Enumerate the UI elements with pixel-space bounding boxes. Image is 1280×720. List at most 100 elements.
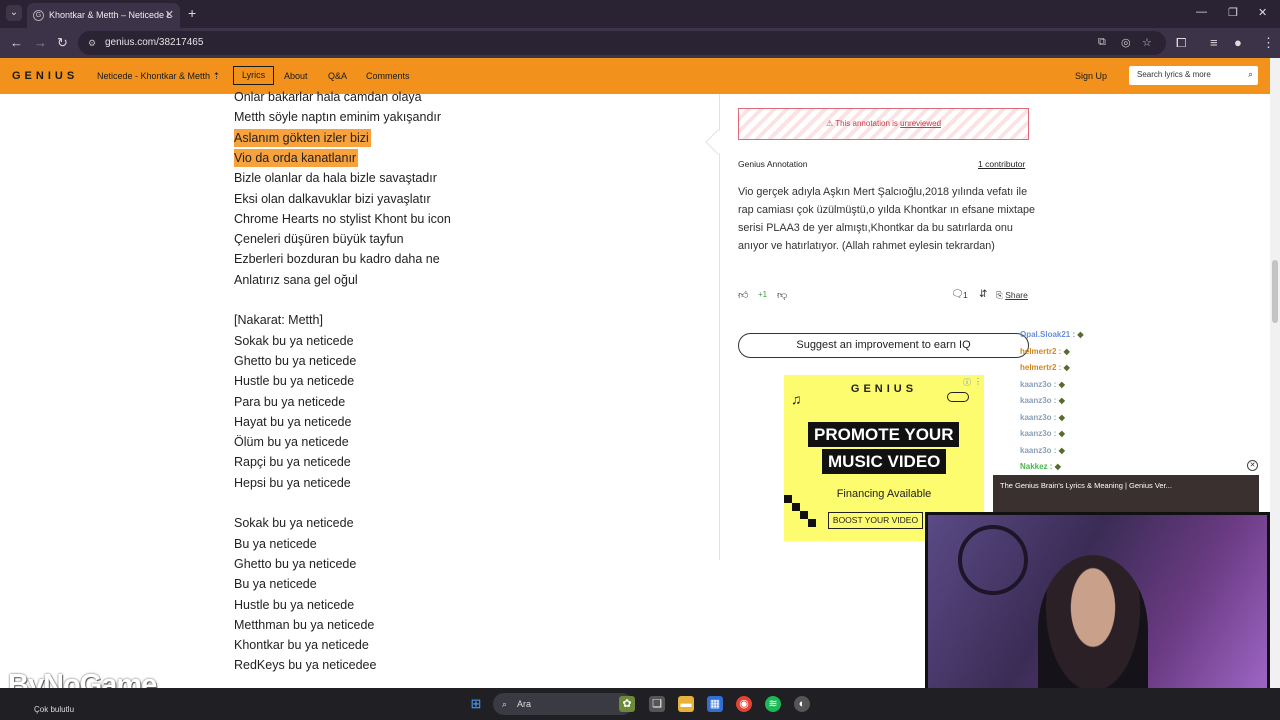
back-icon[interactable]: ← xyxy=(10,35,23,50)
minimize-icon[interactable]: — xyxy=(1196,6,1207,18)
streamer xyxy=(1038,555,1148,702)
chat-emote-icon: ◆ xyxy=(1056,396,1065,405)
ad-pixel-decoration xyxy=(784,495,792,503)
close-mini-player-icon[interactable]: ✕ xyxy=(1247,460,1258,471)
lyric-line: Ghetto bu ya neticede xyxy=(234,353,357,368)
lyric-line: Sokak bu ya neticede xyxy=(234,516,354,531)
music-note-icon: ♫ xyxy=(791,391,802,407)
tracking-icon[interactable]: ◎ xyxy=(1121,36,1131,49)
url-text: genius.com/38217465 xyxy=(105,37,204,48)
column-divider xyxy=(719,94,720,560)
chat-message: kaanz3o : ◆ xyxy=(1020,396,1065,405)
lyric-line: Sokak bu ya neticede xyxy=(234,333,354,348)
nav-comments[interactable]: Comments xyxy=(366,71,410,81)
lyric-line: Onlar bakarlar hala camdan olaya xyxy=(234,90,422,104)
maximize-icon[interactable]: ❐ xyxy=(1228,6,1238,19)
close-tab-icon[interactable]: ✕ xyxy=(165,3,174,28)
chat-message: kaanz3o : ◆ xyxy=(1020,380,1065,389)
browser-tab-strip: ⌄ G Khontkar & Metth – Neticede L ✕ + — … xyxy=(0,0,1280,28)
chat-username: kaanz3o : xyxy=(1020,445,1057,455)
mini-player[interactable]: The Genius Brain's Lyrics & Meaning | Ge… xyxy=(993,475,1259,512)
rings-icon xyxy=(947,392,969,402)
new-tab-button[interactable]: + xyxy=(188,5,196,21)
chat-username: kaanz3o : xyxy=(1020,379,1057,389)
task-view-icon[interactable]: ❏ xyxy=(649,696,665,712)
nav-lyrics[interactable]: Lyrics xyxy=(233,66,275,85)
chat-emote-icon: ◆ xyxy=(1061,363,1070,372)
profile-avatar-icon[interactable]: ● xyxy=(1234,35,1242,50)
nav-qa[interactable]: Q&A xyxy=(328,71,347,81)
chat-username: helmertr2 : xyxy=(1020,363,1062,372)
translate-icon[interactable]: ⧉ xyxy=(1098,36,1106,49)
weather-widget[interactable]: Çok bulutlu xyxy=(34,705,74,714)
chat-message: Nakkez : ◆ xyxy=(1020,462,1061,471)
chat-message: kaanz3o : ◆ xyxy=(1020,446,1065,455)
ad-pixel-decoration xyxy=(808,519,816,527)
file-explorer-icon[interactable]: ▬ xyxy=(678,696,694,712)
chat-username: Opal.Sloak21 : xyxy=(1020,330,1076,339)
unreviewed-link[interactable]: unreviewed xyxy=(900,119,941,128)
share-icon: ⎘ xyxy=(996,290,1003,300)
chat-message: kaanz3o : ◆ xyxy=(1020,429,1065,438)
store-icon[interactable]: ▦ xyxy=(707,696,723,712)
browser-tab[interactable]: G Khontkar & Metth – Neticede L ✕ xyxy=(27,3,180,28)
address-bar[interactable]: ⚙ genius.com/38217465 ⧉ ◎ ☆ xyxy=(78,31,1166,55)
genius-favicon-icon: G xyxy=(33,10,44,21)
search-icon[interactable]: ⌕ xyxy=(1248,69,1253,80)
genius-header: GENIUS Neticede - Khontkar & Metth ⇡ Lyr… xyxy=(0,58,1270,94)
nav-about[interactable]: About xyxy=(284,71,308,81)
lyric-line: Metth söyle naptın eminim yakışandır xyxy=(234,110,442,125)
lyric-line: Rapçi bu ya neticede xyxy=(234,455,351,470)
lyric-line: RedKeys bu ya neticedee xyxy=(234,658,377,673)
ad-headline-2: MUSIC VIDEO xyxy=(822,449,947,474)
app-icon[interactable]: ◐ xyxy=(794,696,810,712)
chat-message: kaanz3o : ◆ xyxy=(1020,413,1065,422)
chat-username: Nakkez : xyxy=(1020,462,1053,471)
close-window-icon[interactable]: ✕ xyxy=(1258,6,1267,19)
search-icon: ⌕ xyxy=(502,699,508,709)
widget-icon[interactable]: ✿ xyxy=(619,696,635,712)
genius-logo[interactable]: GENIUS xyxy=(12,70,78,82)
chat-emote-icon: ◆ xyxy=(1056,379,1065,389)
lyric-line: Bu ya neticede xyxy=(234,577,317,592)
lyric-line: Ölüm bu ya neticede xyxy=(234,435,349,450)
mini-player-title: The Genius Brain's Lyrics & Meaning | Ge… xyxy=(1000,481,1172,490)
windows-taskbar: Çok bulutlu ⊞ ⌕ Ara ✿ ❏ ▬ ▦ ◉ ≋ ◐ xyxy=(0,688,1280,720)
windows-start-icon[interactable]: ⊞ xyxy=(468,696,484,712)
annotation-body: Vio gerçek adıyla Aşkın Mert Şalcıoğlu,2… xyxy=(738,186,1036,252)
lyric-line: Eksi olan dalkavuklar bizi yavaşlatır xyxy=(234,191,431,206)
spotify-icon[interactable]: ≋ xyxy=(765,696,781,712)
search-input[interactable]: Search lyrics & more ⌕ xyxy=(1129,66,1258,85)
chrome-icon[interactable]: ◉ xyxy=(736,696,752,712)
comment-icon[interactable]: 🗨︎ xyxy=(951,289,964,300)
song-title-link[interactable]: Neticede - Khontkar & Metth ⇡ xyxy=(97,71,220,82)
contributors-link[interactable]: 1 contributor xyxy=(978,159,1025,169)
sign-up-link[interactable]: Sign Up xyxy=(1075,71,1107,81)
lyric-line: Hepsi bu ya neticede xyxy=(234,475,351,490)
taskbar-search[interactable]: ⌕ Ara xyxy=(493,693,633,715)
forward-icon[interactable]: → xyxy=(34,35,47,50)
reload-icon[interactable]: ↻ xyxy=(57,35,68,51)
upvote-icon[interactable]: 👍︎ xyxy=(738,289,748,301)
annotated-lyric-line[interactable]: Aslanım gökten izler bizi xyxy=(234,128,371,147)
boost-video-button[interactable]: BOOST YOUR VIDEO xyxy=(828,512,923,529)
downvote-icon[interactable]: 👎︎ xyxy=(777,289,787,301)
bookmark-star-icon[interactable]: ☆ xyxy=(1142,36,1152,49)
site-info-icon[interactable]: ⚙ xyxy=(88,37,100,49)
page-scrollbar[interactable] xyxy=(1270,58,1280,688)
lyric-line: Para bu ya neticede xyxy=(234,394,346,409)
extensions-icon[interactable]: ⧠ xyxy=(1176,35,1186,51)
suggest-improvement-button[interactable]: Suggest an improvement to earn IQ xyxy=(738,333,1029,358)
annotated-lyric-line[interactable]: Vio da orda kanatlanır xyxy=(234,148,359,167)
tab-search-icon[interactable]: ⌄ xyxy=(6,5,22,21)
pin-icon[interactable]: ⇵ xyxy=(979,289,987,300)
share-button[interactable]: ⎘ Share xyxy=(996,290,1028,301)
menu-kebab-icon[interactable]: ⋮ xyxy=(1262,35,1275,51)
scrollbar-thumb[interactable] xyxy=(1272,260,1278,323)
reading-list-icon[interactable]: ≡ xyxy=(1210,35,1218,50)
warning-icon: ⚠ xyxy=(825,119,834,128)
lyric-line: Ezberleri bozduran bu kadro daha ne xyxy=(234,252,440,267)
lyric-line: Çeneleri düşüren büyük tayfun xyxy=(234,232,404,247)
search-placeholder: Search lyrics & more xyxy=(1137,70,1211,79)
browser-toolbar: ← → ↻ ⚙ genius.com/38217465 ⧉ ◎ ☆ ⧠ ≡ ● … xyxy=(0,28,1280,58)
